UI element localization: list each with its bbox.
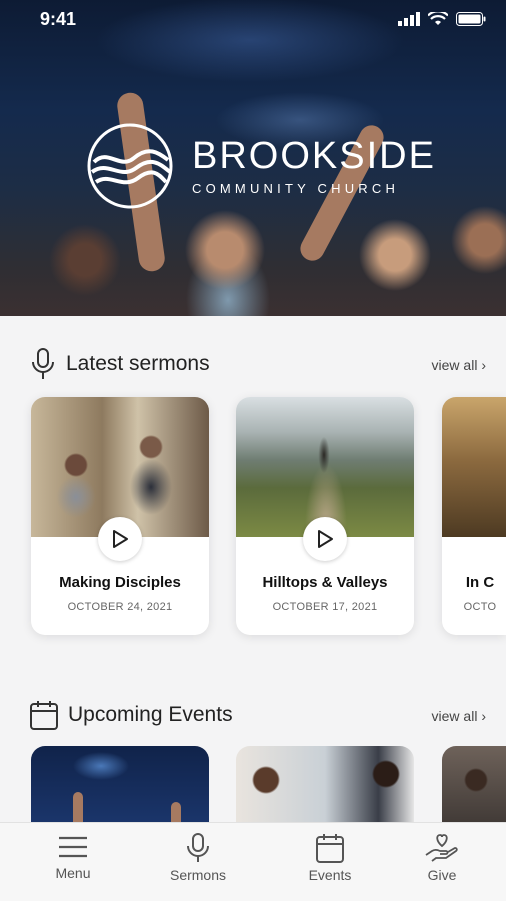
sermon-card[interactable]: Hilltops & Valleys OCTOBER 17, 2021 — [236, 397, 414, 635]
tab-label: Menu — [55, 865, 91, 881]
status-bar: 9:41 — [0, 0, 506, 40]
sermons-section-title: Latest sermons — [66, 352, 210, 375]
status-time: 9:41 — [40, 9, 77, 29]
tab-label: Give — [427, 867, 457, 883]
sermon-thumbnail — [31, 397, 209, 537]
sermon-date: OCTOBER 24, 2021 — [67, 601, 173, 613]
tab-label: Sermons — [169, 867, 227, 883]
brand-subtitle: COMMUNITY CHURCH — [192, 180, 400, 196]
give-hand-heart-icon — [425, 834, 458, 862]
sermon-date: OCTOBER 17, 2021 — [272, 601, 378, 613]
tab-menu[interactable]: Menu — [33, 833, 113, 881]
brand-name: BROOKSIDE — [192, 134, 436, 177]
sermon-title: In C — [465, 574, 495, 591]
play-button[interactable] — [98, 517, 142, 561]
events-section-header: Upcoming Events — [30, 700, 233, 730]
sermon-thumbnail — [236, 397, 414, 537]
sermon-thumbnail — [442, 397, 506, 537]
sermons-section-header: Latest sermons — [30, 348, 210, 380]
microphone-icon — [187, 833, 209, 862]
church-logo: BROOKSIDE COMMUNITY CHURCH — [86, 122, 436, 210]
tab-events[interactable]: Events — [290, 833, 370, 883]
sermon-card[interactable]: In C OCTO — [442, 397, 506, 635]
hero-banner: 9:41 BROOKSIDE COMMUNITY CHURCH — [0, 0, 506, 316]
brookside-wave-logo-icon — [87, 123, 173, 209]
tab-sermons[interactable]: Sermons — [158, 833, 238, 883]
menu-icon — [59, 836, 87, 858]
wifi-icon — [428, 12, 448, 25]
calendar-icon — [30, 701, 58, 730]
play-icon — [318, 530, 333, 548]
calendar-icon — [316, 834, 344, 863]
sermon-title: Making Disciples — [59, 574, 181, 591]
battery-icon — [456, 12, 486, 26]
events-view-all-link[interactable]: view all › — [432, 708, 486, 724]
sermon-card[interactable]: Making Disciples OCTOBER 24, 2021 — [31, 397, 209, 635]
signal-icon — [398, 12, 420, 26]
sermons-view-all-link[interactable]: view all › — [432, 357, 486, 373]
sermon-title: Hilltops & Valleys — [262, 574, 388, 591]
tab-label: Events — [308, 867, 352, 883]
microphone-icon — [32, 348, 54, 379]
play-icon — [113, 530, 128, 548]
events-section-title: Upcoming Events — [68, 703, 233, 726]
bottom-tab-bar: Menu Sermons Events Give — [0, 822, 506, 901]
tab-give[interactable]: Give — [402, 833, 482, 883]
play-button[interactable] — [303, 517, 347, 561]
sermon-date: OCTO — [463, 601, 497, 613]
